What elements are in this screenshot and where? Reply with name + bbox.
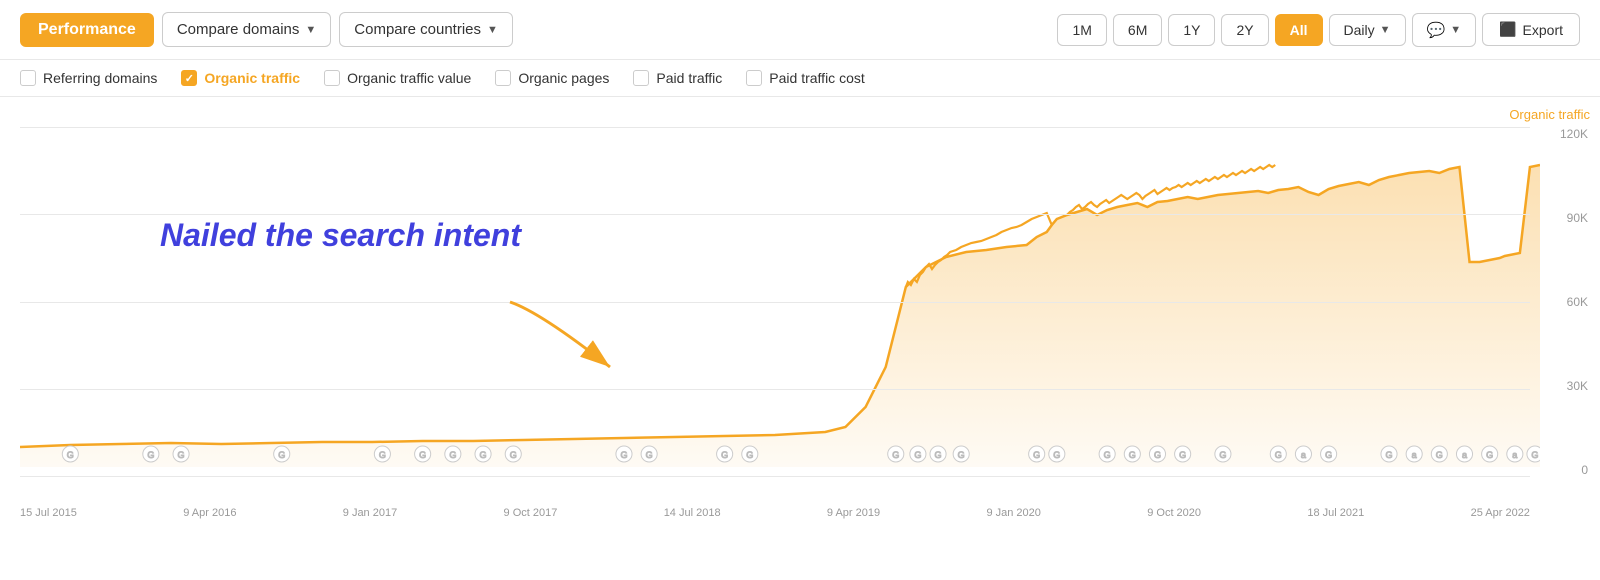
filter-paid-traffic-cost[interactable]: Paid traffic cost bbox=[746, 70, 864, 86]
daily-chevron-icon: ▼ bbox=[1380, 24, 1391, 36]
svg-text:G: G bbox=[419, 450, 426, 460]
x-label-2: 9 Apr 2016 bbox=[183, 507, 236, 519]
svg-text:G: G bbox=[278, 450, 285, 460]
x-label-10: 25 Apr 2022 bbox=[1471, 507, 1530, 519]
svg-text:G: G bbox=[1486, 450, 1493, 460]
x-label-8: 9 Oct 2020 bbox=[1147, 507, 1201, 519]
comment-chevron-icon: ▼ bbox=[1450, 24, 1461, 36]
checkbox-paid-traffic[interactable] bbox=[633, 70, 649, 86]
checkbox-organic-pages[interactable] bbox=[495, 70, 511, 86]
svg-text:G: G bbox=[1436, 450, 1443, 460]
checkbox-organic-traffic-value[interactable] bbox=[324, 70, 340, 86]
svg-text:G: G bbox=[480, 450, 487, 460]
compare-countries-chevron-icon: ▼ bbox=[487, 24, 498, 36]
time-all-button[interactable]: All bbox=[1275, 14, 1323, 46]
filter-organic-traffic-value[interactable]: Organic traffic value bbox=[324, 70, 471, 86]
time-2y-button[interactable]: 2Y bbox=[1221, 14, 1268, 46]
y-axis-labels: 120K 90K 60K 30K 0 bbox=[1560, 127, 1588, 477]
x-label-3: 9 Jan 2017 bbox=[343, 507, 397, 519]
arrow-annotation bbox=[480, 292, 660, 397]
compare-countries-label: Compare countries bbox=[354, 21, 481, 38]
filter-organic-pages-label: Organic pages bbox=[518, 70, 609, 86]
y-label-0: 0 bbox=[1581, 463, 1588, 477]
checkbox-organic-traffic[interactable] bbox=[181, 70, 197, 86]
svg-text:G: G bbox=[1154, 450, 1161, 460]
svg-text:G: G bbox=[1179, 450, 1186, 460]
y-label-30k: 30K bbox=[1567, 379, 1588, 393]
x-label-1: 15 Jul 2015 bbox=[20, 507, 77, 519]
compare-countries-button[interactable]: Compare countries ▼ bbox=[339, 12, 513, 47]
toolbar-right: 1M 6M 1Y 2Y All Daily ▼ 💬 ▼ ⬛ Export bbox=[1057, 13, 1580, 47]
filter-referring-domains-label: Referring domains bbox=[43, 70, 157, 86]
svg-text:G: G bbox=[1053, 450, 1060, 460]
svg-text:G: G bbox=[67, 450, 74, 460]
svg-text:G: G bbox=[892, 450, 899, 460]
comment-icon: 💬 bbox=[1427, 21, 1446, 39]
svg-text:G: G bbox=[914, 450, 921, 460]
export-button[interactable]: ⬛ Export bbox=[1482, 13, 1580, 46]
svg-text:G: G bbox=[1104, 450, 1111, 460]
checkbox-referring-domains[interactable] bbox=[20, 70, 36, 86]
daily-label: Daily bbox=[1344, 22, 1375, 38]
svg-text:G: G bbox=[1325, 450, 1332, 460]
svg-text:G: G bbox=[1531, 450, 1538, 460]
svg-text:G: G bbox=[449, 450, 456, 460]
filter-paid-traffic[interactable]: Paid traffic bbox=[633, 70, 722, 86]
comment-button[interactable]: 💬 ▼ bbox=[1412, 13, 1477, 47]
chart-svg: G G G G G G G G G G G G G G bbox=[20, 107, 1540, 477]
checkbox-paid-traffic-cost[interactable] bbox=[746, 70, 762, 86]
time-1m-button[interactable]: 1M bbox=[1057, 14, 1106, 46]
svg-text:G: G bbox=[1385, 450, 1392, 460]
time-1y-button[interactable]: 1Y bbox=[1168, 14, 1215, 46]
x-label-4: 9 Oct 2017 bbox=[504, 507, 558, 519]
svg-text:G: G bbox=[379, 450, 386, 460]
svg-text:G: G bbox=[1219, 450, 1226, 460]
y-label-90k: 90K bbox=[1567, 211, 1588, 225]
performance-button[interactable]: Performance bbox=[20, 13, 154, 47]
x-label-9: 18 Jul 2021 bbox=[1307, 507, 1364, 519]
filters-bar: Referring domains Organic traffic Organi… bbox=[0, 60, 1600, 97]
svg-text:G: G bbox=[958, 450, 965, 460]
chart-right-label: Organic traffic bbox=[1509, 107, 1590, 122]
filter-paid-traffic-cost-label: Paid traffic cost bbox=[769, 70, 864, 86]
compare-domains-label: Compare domains bbox=[177, 21, 300, 38]
time-6m-button[interactable]: 6M bbox=[1113, 14, 1162, 46]
y-label-120k: 120K bbox=[1560, 127, 1588, 141]
svg-text:G: G bbox=[620, 450, 627, 460]
svg-text:G: G bbox=[746, 450, 753, 460]
filter-organic-traffic[interactable]: Organic traffic bbox=[181, 70, 300, 86]
svg-text:G: G bbox=[510, 450, 517, 460]
y-label-60k: 60K bbox=[1567, 295, 1588, 309]
export-label: Export bbox=[1523, 22, 1563, 38]
svg-text:G: G bbox=[646, 450, 653, 460]
svg-text:G: G bbox=[1033, 450, 1040, 460]
x-label-6: 9 Apr 2019 bbox=[827, 507, 880, 519]
svg-text:G: G bbox=[1129, 450, 1136, 460]
svg-text:G: G bbox=[1275, 450, 1282, 460]
export-icon: ⬛ bbox=[1499, 21, 1516, 38]
svg-text:G: G bbox=[721, 450, 728, 460]
x-label-7: 9 Jan 2020 bbox=[986, 507, 1040, 519]
compare-domains-chevron-icon: ▼ bbox=[305, 24, 316, 36]
x-label-5: 14 Jul 2018 bbox=[664, 507, 721, 519]
svg-text:G: G bbox=[147, 450, 154, 460]
compare-domains-button[interactable]: Compare domains ▼ bbox=[162, 12, 331, 47]
filter-paid-traffic-label: Paid traffic bbox=[656, 70, 722, 86]
filter-organic-pages[interactable]: Organic pages bbox=[495, 70, 609, 86]
toolbar-left: Performance Compare domains ▼ Compare co… bbox=[20, 12, 513, 47]
filter-referring-domains[interactable]: Referring domains bbox=[20, 70, 157, 86]
svg-text:G: G bbox=[935, 450, 942, 460]
filter-organic-traffic-value-label: Organic traffic value bbox=[347, 70, 471, 86]
annotation-text: Nailed the search intent bbox=[160, 217, 521, 254]
chart-area: Organic traffic 120K 90K 60K 30K 0 bbox=[0, 97, 1600, 527]
x-axis-labels: 15 Jul 2015 9 Apr 2016 9 Jan 2017 9 Oct … bbox=[20, 507, 1530, 519]
svg-text:G: G bbox=[178, 450, 185, 460]
toolbar: Performance Compare domains ▼ Compare co… bbox=[0, 0, 1600, 60]
filter-organic-traffic-label: Organic traffic bbox=[204, 70, 300, 86]
daily-button[interactable]: Daily ▼ bbox=[1329, 14, 1406, 46]
